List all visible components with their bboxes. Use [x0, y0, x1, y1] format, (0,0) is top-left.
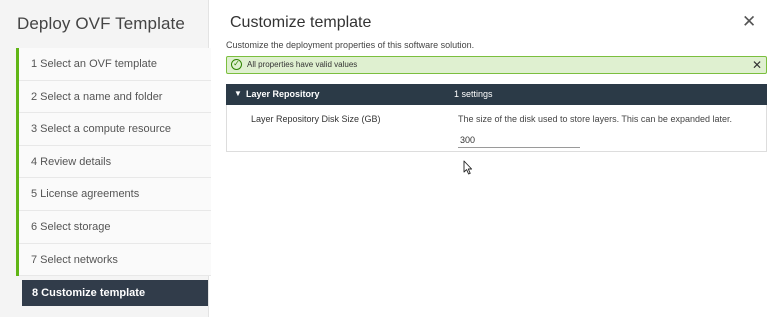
validation-banner: ✓ All properties have valid values ✕ — [226, 56, 767, 74]
step-review-details[interactable]: 4 Review details — [19, 145, 211, 179]
wizard-sidebar: Deploy OVF Template 1 Select an OVF temp… — [0, 0, 211, 317]
banner-close-icon[interactable]: ✕ — [752, 57, 762, 73]
property-row: Layer Repository Disk Size (GB) The size… — [226, 105, 767, 152]
property-label: Layer Repository Disk Size (GB) — [251, 114, 381, 124]
step-select-ovf-template[interactable]: 1 Select an OVF template — [19, 48, 211, 81]
page-subtitle: Customize the deployment properties of t… — [226, 40, 475, 50]
section-name: Layer Repository — [246, 89, 320, 99]
wizard-main-panel: Customize template ✕ Customize the deplo… — [209, 0, 768, 317]
step-select-compute-resource[interactable]: 3 Select a compute resource — [19, 113, 211, 146]
close-icon[interactable]: ✕ — [742, 13, 756, 30]
step-select-storage[interactable]: 6 Select storage — [19, 210, 211, 244]
chevron-down-icon[interactable]: ▼ — [234, 88, 242, 100]
mouse-cursor-icon — [463, 160, 473, 175]
wizard-title: Deploy OVF Template — [17, 14, 185, 33]
step-license-agreements[interactable]: 5 License agreements — [19, 178, 211, 211]
property-description: The size of the disk used to store layer… — [458, 114, 732, 124]
validation-message: All properties have valid values — [247, 60, 358, 69]
page-title: Customize template — [230, 14, 372, 31]
step-select-name-folder[interactable]: 2 Select a name and folder — [19, 80, 211, 114]
disk-size-input[interactable] — [458, 133, 580, 148]
wizard-steps: 1 Select an OVF template 2 Select a name… — [16, 48, 211, 277]
section-settings-count: 1 settings — [454, 89, 493, 99]
section-header-layer-repository[interactable]: ▼ Layer Repository 1 settings — [226, 84, 767, 105]
step-select-networks[interactable]: 7 Select networks — [19, 243, 211, 277]
step-customize-template[interactable]: 8 Customize template — [22, 280, 208, 306]
check-circle-icon: ✓ — [231, 59, 242, 70]
